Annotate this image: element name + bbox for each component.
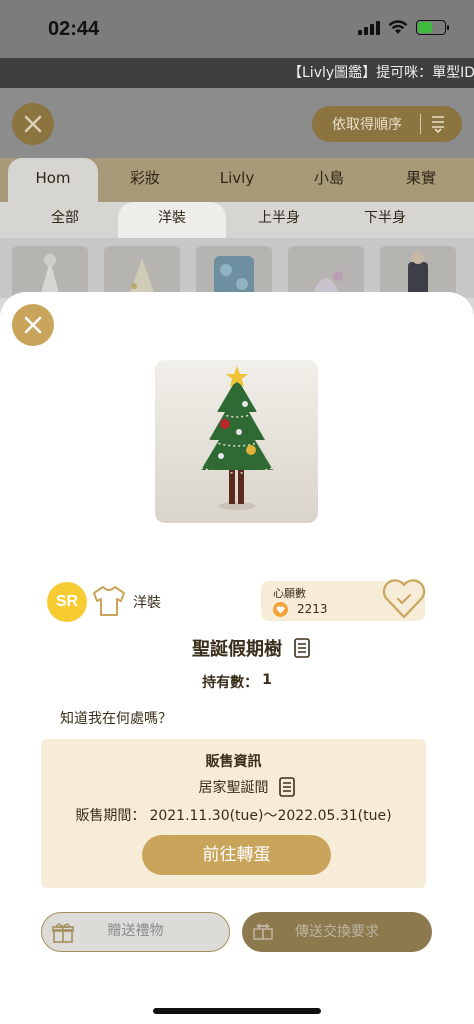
item-image — [155, 360, 318, 523]
tab-island[interactable]: 小島 — [284, 158, 374, 202]
location-question: 知道我在何處嗎？ — [60, 711, 172, 727]
wish-label: 心願數 — [273, 587, 306, 600]
document-icon[interactable] — [294, 638, 310, 658]
sale-period-value: 2021.11.30(tue)〜2022.05.31(tue) — [149, 808, 392, 824]
signal-icon — [358, 20, 380, 35]
item-detail-sheet: SR 洋裝 心願數 2213 聖誕假期樹 持有數： 1 知道我在何處嗎？ 販售資… — [0, 292, 474, 1024]
status-bar: 02:44 — [0, 0, 474, 58]
sort-label: 依取得順序 — [332, 117, 402, 133]
subtab-tops[interactable]: 上半身 — [236, 202, 322, 234]
send-trade-label: 傳送交換要求 — [295, 924, 379, 940]
home-indicator[interactable] — [153, 1008, 321, 1014]
sheet-close-button[interactable] — [12, 304, 54, 346]
own-value: 1 — [262, 672, 272, 688]
shirt-icon — [93, 586, 125, 616]
category-tab-bar: Hom 彩妝 Livly 小島 果實 — [0, 158, 474, 202]
close-icon — [24, 316, 42, 334]
tab-fruit[interactable]: 果實 — [376, 158, 466, 202]
sort-order-button[interactable]: 依取得順序 — [312, 106, 462, 142]
wish-heart-button[interactable] — [381, 577, 427, 621]
heart-icon — [273, 602, 288, 617]
goto-gacha-button[interactable]: 前往轉蛋 — [142, 835, 331, 875]
document-icon[interactable] — [278, 777, 295, 797]
send-gift-button[interactable]: 贈送禮物 — [41, 912, 230, 952]
item-grid — [0, 238, 474, 306]
sort-divider — [420, 114, 421, 134]
own-label: 持有數： — [202, 675, 259, 691]
sub-tab-bar: 全部 洋裝 上半身 下半身 — [0, 202, 474, 238]
sale-period-label: 販售期間： — [75, 808, 146, 824]
sale-shop-row: 居家聖誕間 — [41, 777, 426, 797]
wifi-icon — [388, 20, 408, 34]
tab-makeup[interactable]: 彩妝 — [100, 158, 190, 202]
page-close-button[interactable] — [12, 103, 54, 145]
sort-icon — [432, 116, 444, 134]
sale-period-row: 販售期間： 2021.11.30(tue)〜2022.05.31(tue) — [41, 805, 426, 825]
battery-level — [418, 22, 433, 33]
christmas-tree-image — [200, 366, 274, 510]
status-time: 02:44 — [48, 18, 100, 40]
news-ticker[interactable]: 【Livly圖鑑】提可咪：單型ID — [0, 58, 474, 88]
category-label: 洋裝 — [133, 595, 161, 611]
item-name-row: 聖誕假期樹 — [0, 635, 474, 661]
battery-icon — [416, 20, 449, 35]
subtab-all[interactable]: 全部 — [22, 202, 108, 234]
close-icon — [24, 115, 42, 133]
tab-livly[interactable]: Livly — [192, 158, 282, 202]
gift-icon — [52, 923, 74, 943]
rarity-badge: SR — [47, 582, 87, 622]
subtab-dress[interactable]: 洋裝 — [118, 202, 226, 238]
sale-info-panel: 販售資訊 居家聖誕間 販售期間： 2021.11.30(tue)〜2022.05… — [41, 739, 426, 888]
trade-icon — [253, 923, 273, 940]
own-count-row: 持有數： 1 — [0, 672, 474, 692]
item-name: 聖誕假期樹 — [192, 639, 282, 660]
send-gift-label: 贈送禮物 — [107, 923, 164, 939]
subtab-bottoms[interactable]: 下半身 — [342, 202, 428, 234]
sale-shop: 居家聖誕間 — [198, 780, 269, 796]
status-icons — [358, 20, 449, 35]
ticker-text: 【Livly圖鑑】提可咪：單型ID — [288, 65, 474, 81]
send-trade-request-button[interactable]: 傳送交換要求 — [242, 912, 432, 952]
wish-count: 2213 — [297, 602, 328, 616]
tab-hom[interactable]: Hom — [8, 158, 98, 202]
sale-title: 販售資訊 — [205, 754, 262, 770]
